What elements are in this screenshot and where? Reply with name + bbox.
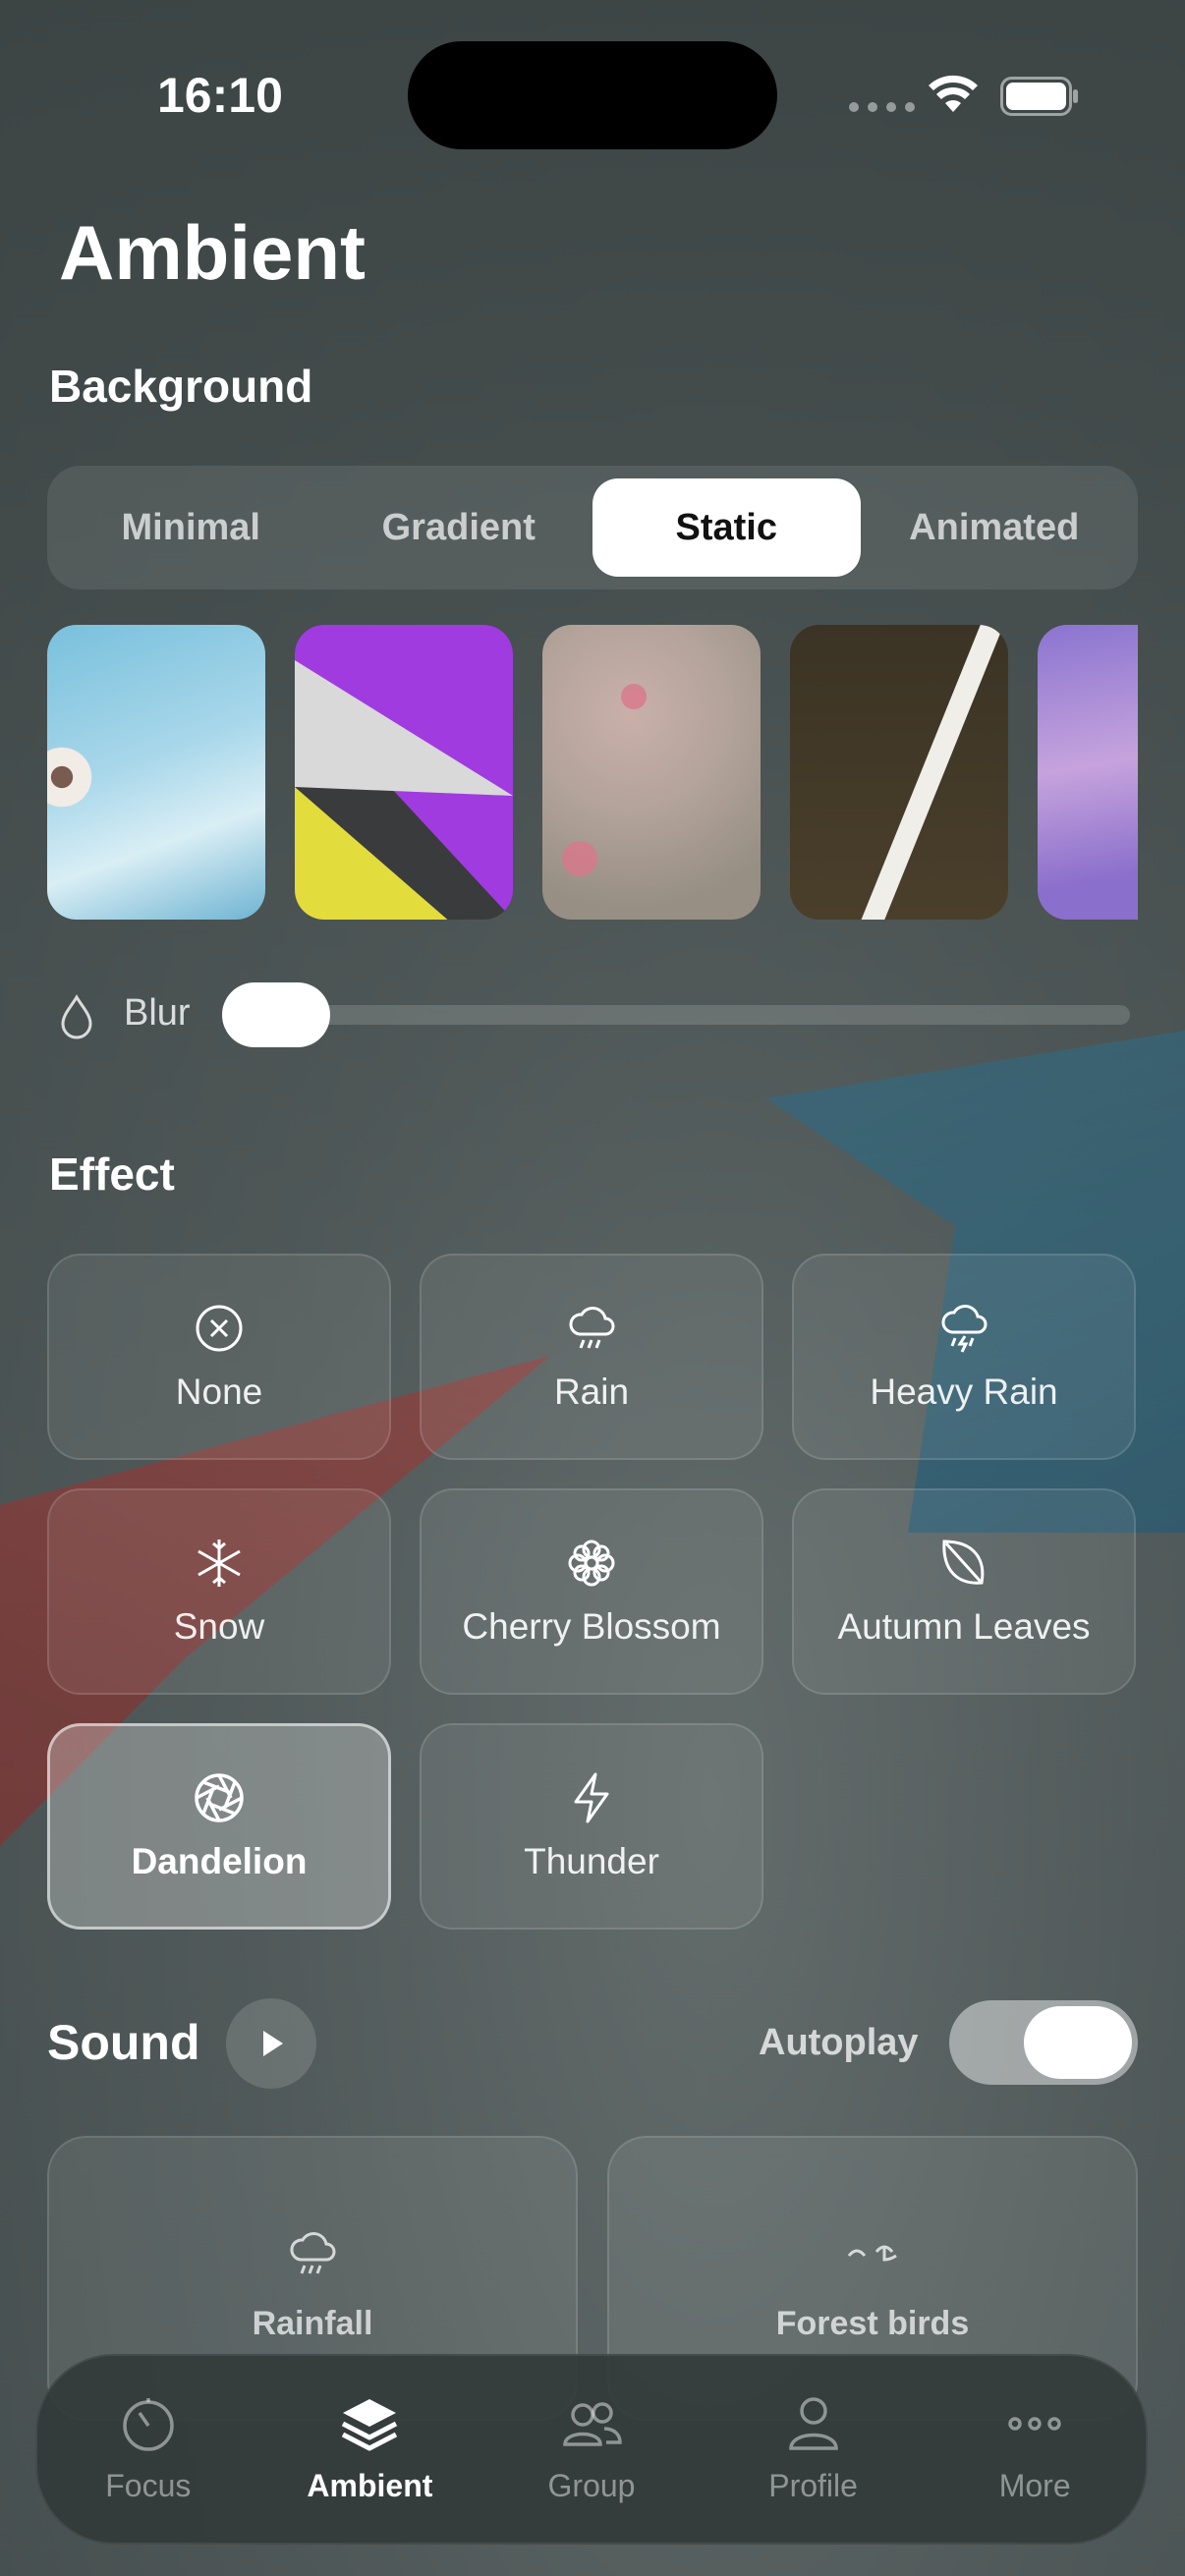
birds-icon: [847, 2245, 897, 2262]
tab-ambient[interactable]: Ambient: [259, 2356, 481, 2543]
effect-heavy-rain[interactable]: Heavy Rain: [792, 1254, 1136, 1460]
wifi-icon: [929, 75, 978, 112]
dynamic-island: [408, 41, 777, 149]
sound-label: Rainfall: [252, 2305, 373, 2342]
blur-control: Blur: [57, 982, 1138, 1051]
autoplay-toggle[interactable]: [949, 2000, 1138, 2085]
segment-static[interactable]: Static: [592, 478, 861, 577]
flower-icon: [568, 1540, 615, 1587]
effect-cherry-blossom[interactable]: Cherry Blossom: [420, 1488, 763, 1695]
background-thumbnails: [47, 625, 1138, 920]
effect-label: None: [175, 1372, 263, 1412]
rain-cloud-icon: [569, 1307, 615, 1349]
background-type-segmented-control: Minimal Gradient Static Animated: [47, 466, 1138, 589]
aperture-icon: [195, 1773, 244, 1822]
thumbnail-sky-flower[interactable]: [47, 625, 265, 920]
tab-label: Focus: [105, 2468, 192, 2503]
x-circle-icon: [196, 1305, 243, 1352]
thumbnail-geometric-paper[interactable]: [295, 625, 513, 920]
tab-profile[interactable]: Profile: [703, 2356, 925, 2543]
effect-snow[interactable]: Snow: [47, 1488, 391, 1695]
tab-label: Ambient: [307, 2468, 433, 2503]
tab-label: More: [998, 2468, 1071, 2503]
leaf-icon: [942, 1540, 985, 1585]
sound-play-button[interactable]: [226, 1998, 316, 2089]
tab-more[interactable]: More: [924, 2356, 1146, 2543]
segment-animated[interactable]: Animated: [861, 478, 1129, 577]
tab-focus[interactable]: Focus: [37, 2356, 259, 2543]
blur-slider-knob[interactable]: [222, 982, 330, 1047]
segment-gradient[interactable]: Gradient: [325, 478, 593, 577]
rain-cloud-icon: [290, 2232, 336, 2274]
blur-slider-track[interactable]: [224, 1005, 1130, 1025]
page-title: Ambient: [59, 209, 366, 296]
screen: 16:10 Ambient Background Minimal Gradien…: [0, 0, 1185, 2576]
effect-label: Thunder: [524, 1841, 659, 1881]
battery-icon: [1000, 77, 1078, 116]
group-icon: [563, 2402, 622, 2446]
thumbnail-dark-light-beam[interactable]: [790, 625, 1008, 920]
effect-label: Cherry Blossom: [462, 1606, 721, 1647]
tab-bar: Focus Ambient Group Profile More: [35, 2354, 1148, 2545]
storm-cloud-icon: [941, 1305, 988, 1353]
tab-label: Group: [547, 2468, 636, 2503]
autoplay-label: Autoplay: [759, 2022, 919, 2063]
effect-autumn-leaves[interactable]: Autumn Leaves: [792, 1488, 1136, 1695]
effect-thunder[interactable]: Thunder: [420, 1723, 763, 1930]
effect-section-title: Effect: [49, 1148, 175, 1200]
effect-rain[interactable]: Rain: [420, 1254, 763, 1460]
sound-section-title: Sound: [47, 2015, 200, 2070]
snowflake-icon: [198, 1540, 241, 1587]
tab-label: Profile: [768, 2468, 858, 2503]
thumbnail-pink-blossom[interactable]: [542, 625, 761, 920]
bolt-icon: [574, 1772, 609, 1823]
person-icon: [788, 2397, 838, 2450]
sound-label: Forest birds: [775, 2305, 970, 2342]
effect-label: Autumn Leaves: [837, 1606, 1091, 1647]
effect-label: Rain: [553, 1372, 630, 1412]
segment-minimal[interactable]: Minimal: [57, 478, 325, 577]
timer-icon: [123, 2398, 174, 2451]
layers-icon: [342, 2399, 398, 2451]
thumbnail-purple-clouds[interactable]: [1038, 625, 1138, 920]
effect-label: Dandelion: [131, 1841, 308, 1881]
drop-icon: [61, 994, 92, 1039]
effect-dandelion[interactable]: Dandelion: [47, 1723, 391, 1930]
effect-none[interactable]: None: [47, 1254, 391, 1460]
play-icon: [263, 2031, 283, 2056]
effect-label: Snow: [173, 1606, 265, 1647]
cellular-signal-icon: [849, 102, 915, 112]
background-section-title: Background: [49, 361, 313, 412]
status-time: 16:10: [157, 68, 283, 123]
tab-group[interactable]: Group: [480, 2356, 703, 2543]
effect-label: Heavy Rain: [870, 1372, 1058, 1412]
blur-label: Blur: [124, 992, 191, 1034]
ellipsis-icon: [1008, 2417, 1061, 2431]
